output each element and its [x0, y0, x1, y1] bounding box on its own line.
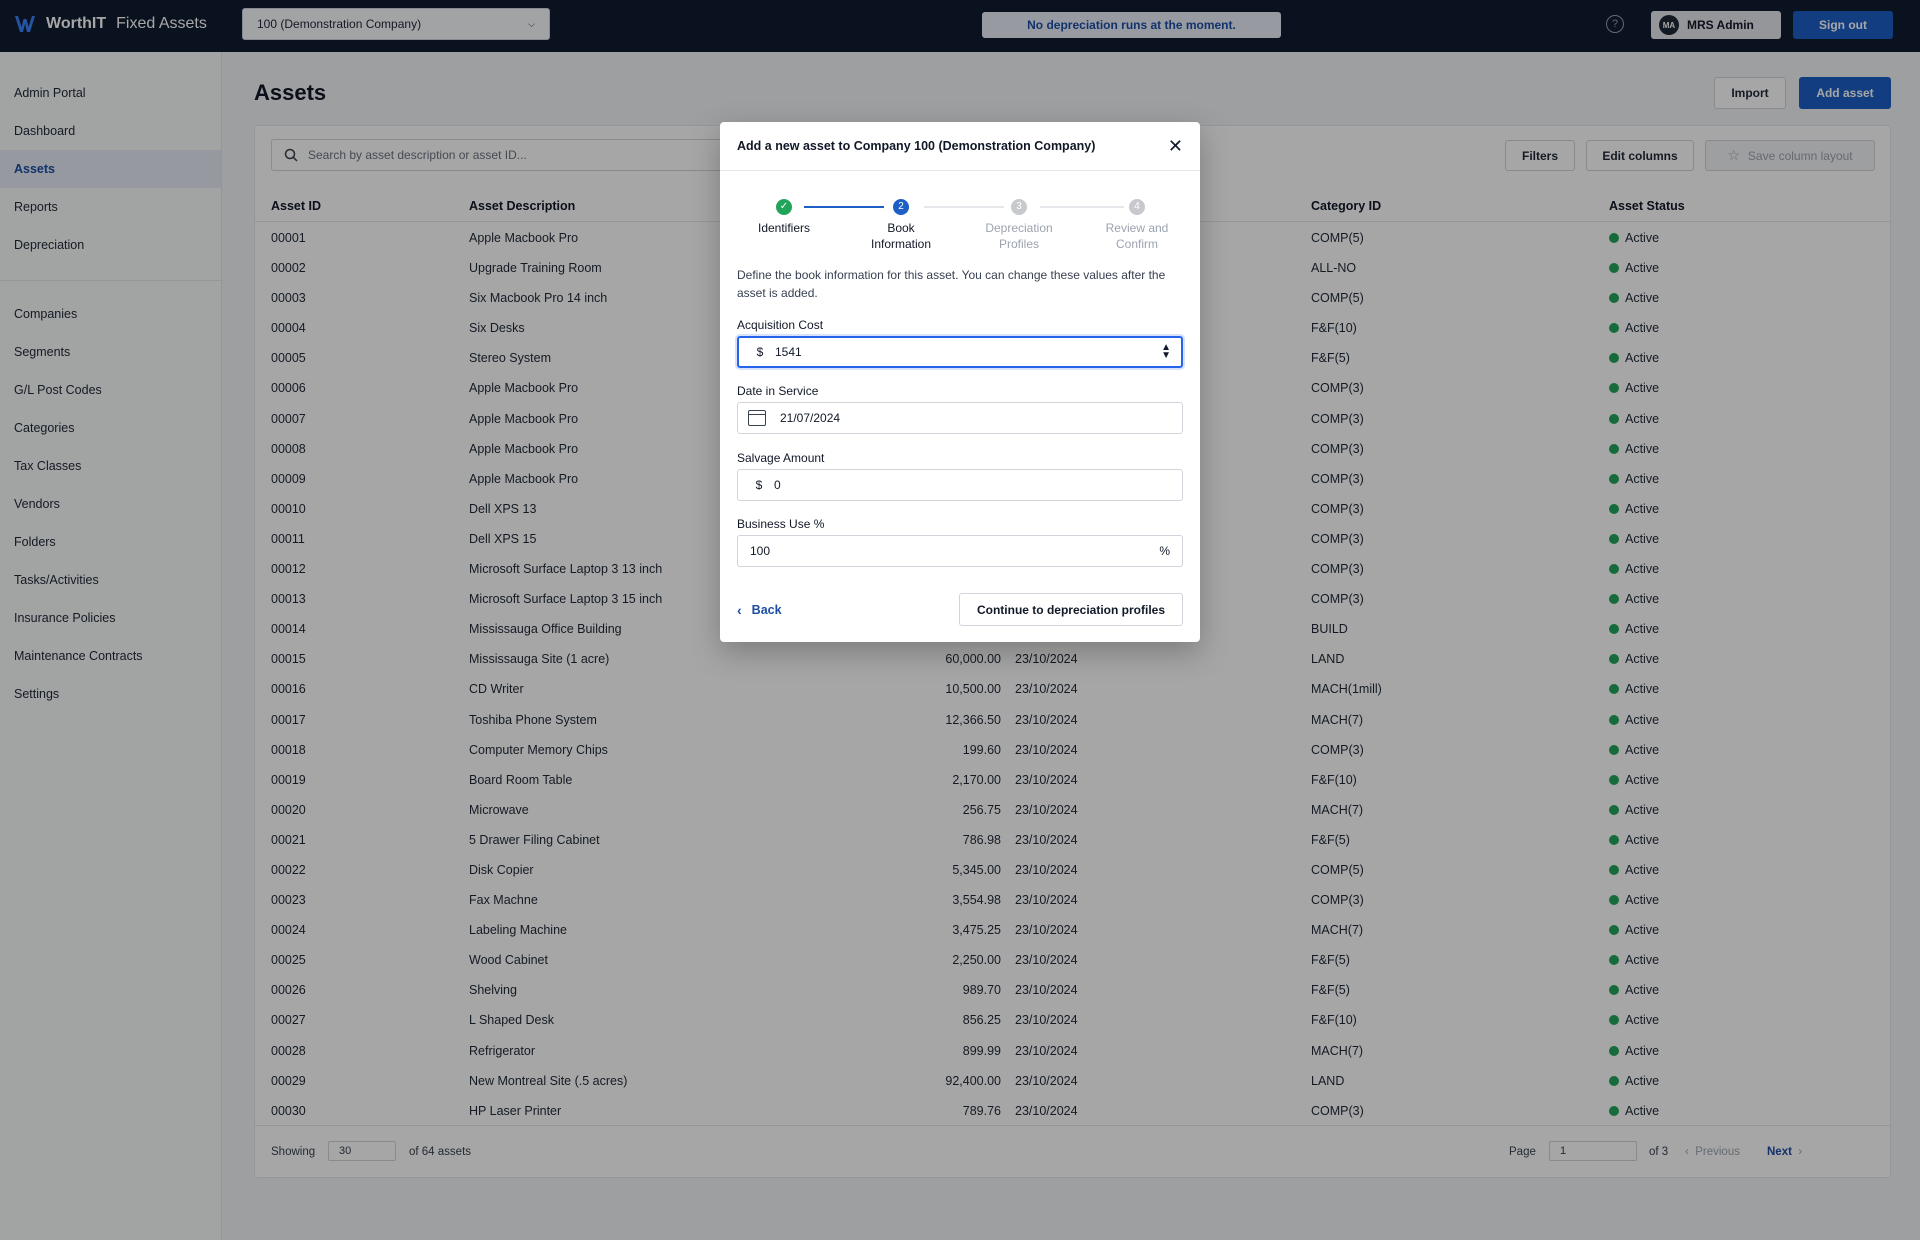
percent-suffix: %	[1159, 544, 1170, 558]
add-asset-modal: Add a new asset to Company 100 (Demonstr…	[720, 122, 1200, 642]
currency-prefix: $	[755, 478, 763, 492]
business-use-input[interactable]: 100 %	[737, 535, 1183, 567]
step-label: Book Information	[870, 221, 932, 251]
back-label: Back	[751, 603, 782, 617]
acquisition-cost-value: 1541	[775, 345, 802, 359]
acquisition-cost-label: Acquisition Cost	[737, 318, 824, 332]
calendar-icon[interactable]	[748, 410, 766, 426]
number-stepper-icon[interactable]: ▲ ▼	[1161, 343, 1171, 361]
step-identifiers[interactable]: ✓ Identifiers	[744, 199, 824, 236]
step-label: Identifiers	[757, 221, 811, 235]
check-icon: ✓	[776, 199, 792, 215]
step-number: 3	[1011, 199, 1027, 215]
salvage-amount-label: Salvage Amount	[737, 451, 825, 465]
step-label: Review and Confirm	[1105, 221, 1169, 251]
date-in-service-value: 21/07/2024	[780, 411, 841, 425]
step-number: 2	[893, 199, 909, 215]
chevron-left-icon: ‹	[737, 602, 742, 618]
business-use-label: Business Use %	[737, 517, 825, 531]
modal-header: Add a new asset to Company 100 (Demonstr…	[720, 122, 1200, 171]
currency-prefix: $	[756, 345, 764, 359]
business-use-value: 100	[750, 544, 771, 558]
step-review-confirm[interactable]: 4 Review and Confirm	[1097, 199, 1177, 252]
salvage-amount-input[interactable]: $ 0	[737, 469, 1183, 501]
date-in-service-input[interactable]: 21/07/2024	[737, 402, 1183, 434]
modal-title: Add a new asset to Company 100 (Demonstr…	[737, 139, 1096, 153]
step-label: Depreciation Profiles	[985, 221, 1053, 251]
close-icon[interactable]: ✕	[1168, 137, 1183, 155]
salvage-amount-value: 0	[774, 478, 781, 492]
step-depreciation-profiles[interactable]: 3 Depreciation Profiles	[979, 199, 1059, 252]
step-book-information[interactable]: 2 Book Information	[861, 199, 941, 252]
acquisition-cost-input[interactable]: $ 1541 ▲ ▼	[737, 336, 1183, 368]
date-in-service-label: Date in Service	[737, 384, 819, 398]
step-number: 4	[1129, 199, 1145, 215]
back-button[interactable]: ‹ Back	[737, 602, 782, 618]
continue-button[interactable]: Continue to depreciation profiles	[959, 593, 1183, 626]
modal-description: Define the book information for this ass…	[737, 268, 1166, 300]
